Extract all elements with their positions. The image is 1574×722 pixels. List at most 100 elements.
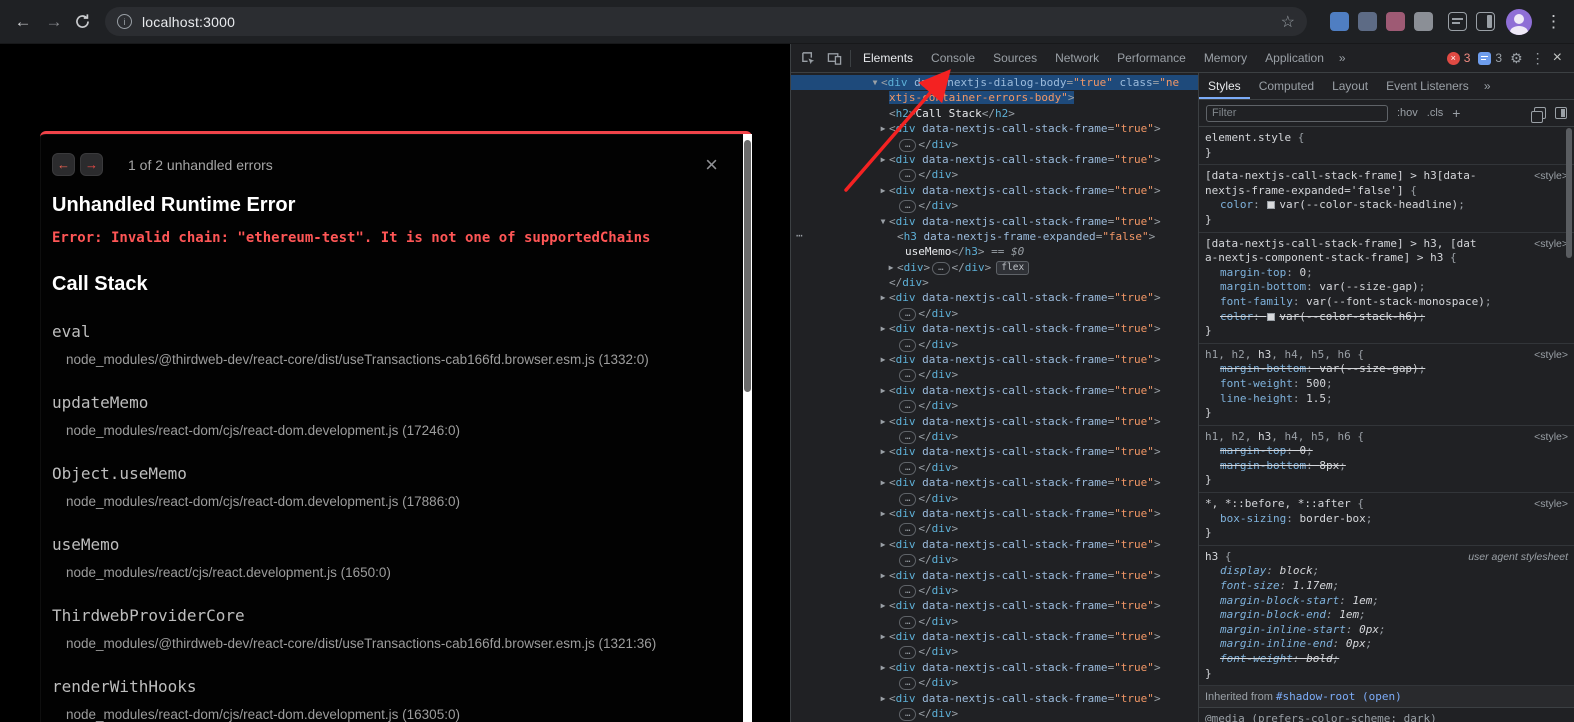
dom-tree-line[interactable]: ▼<div data-nextjs-call-stack-frame="true…: [791, 214, 1198, 229]
dom-tree-line[interactable]: ▶<div data-nextjs-call-stack-frame="true…: [791, 660, 1198, 675]
collapse-arrow-icon[interactable]: ▼: [869, 75, 881, 90]
color-swatch-icon[interactable]: [1267, 313, 1275, 321]
stylesheet-source-link[interactable]: <style>: [1534, 431, 1568, 443]
extension-icon[interactable]: [1414, 12, 1433, 31]
expand-arrow-icon[interactable]: ▶: [877, 321, 889, 336]
dom-tree-line[interactable]: …</div>: [791, 644, 1198, 659]
styles-tab-styles[interactable]: Styles: [1199, 73, 1250, 99]
forward-icon[interactable]: →: [43, 0, 65, 44]
css-property[interactable]: font-family: var(--font-stack-monospace)…: [1205, 295, 1568, 310]
inline-expand-icon[interactable]: …: [899, 616, 916, 629]
overlay-scrollbar-thumb[interactable]: [744, 140, 751, 392]
device-toolbar-icon[interactable]: [821, 51, 847, 66]
css-selector[interactable]: h1, h2, h3, h4, h5, h6 {: [1205, 430, 1568, 445]
dom-tree-line[interactable]: ▶<div data-nextjs-call-stack-frame="true…: [791, 444, 1198, 459]
dom-tree-line[interactable]: …</div>: [791, 491, 1198, 506]
styles-tab-computed[interactable]: Computed: [1250, 73, 1323, 99]
css-property[interactable]: margin-top: 0;: [1205, 444, 1568, 459]
devtools-tab-memory[interactable]: Memory: [1195, 44, 1256, 72]
stylesheet-source-link[interactable]: <style>: [1534, 349, 1568, 361]
settings-gear-icon[interactable]: ⚙: [1510, 50, 1523, 67]
css-selector[interactable]: *, *::before, *::after {: [1205, 497, 1568, 512]
dom-tree-line[interactable]: ▶<div data-nextjs-call-stack-frame="true…: [791, 121, 1198, 136]
dom-tree-line[interactable]: …</div>: [791, 306, 1198, 321]
styles-tabs-overflow-icon[interactable]: »: [1478, 73, 1497, 99]
inline-expand-icon[interactable]: …: [899, 400, 916, 413]
css-property[interactable]: margin-bottom: 8px;: [1205, 459, 1568, 474]
flex-badge[interactable]: flex: [996, 261, 1029, 275]
next-error-button[interactable]: →: [80, 153, 103, 176]
inline-expand-icon[interactable]: …: [899, 200, 916, 213]
inline-expand-icon[interactable]: …: [899, 677, 916, 690]
inline-expand-icon[interactable]: …: [899, 169, 916, 182]
stylesheet-source-link[interactable]: user agent stylesheet: [1468, 551, 1568, 563]
dom-tree-line[interactable]: …</div>: [791, 137, 1198, 152]
dom-tree-line[interactable]: <h2>Call Stack</h2>: [791, 106, 1198, 121]
dom-tree-line[interactable]: ▶<div>…</div>flex: [791, 260, 1198, 275]
devtools-menu-icon[interactable]: ⋮: [1531, 50, 1545, 67]
dom-tree-line[interactable]: ▶<div data-nextjs-call-stack-frame="true…: [791, 183, 1198, 198]
css-property[interactable]: margin-inline-end: 0px;: [1205, 637, 1568, 652]
css-selector[interactable]: [data-nextjs-call-stack-frame] > h3, [da…: [1205, 237, 1568, 266]
stylesheet-source-link[interactable]: <style>: [1534, 238, 1568, 250]
expand-arrow-icon[interactable]: ▶: [877, 290, 889, 305]
dom-tree-line[interactable]: ▶<div data-nextjs-call-stack-frame="true…: [791, 691, 1198, 706]
dom-tree-line[interactable]: ▶<div data-nextjs-call-stack-frame="true…: [791, 475, 1198, 490]
expand-arrow-icon[interactable]: ▶: [877, 537, 889, 552]
css-property[interactable]: font-size: 1.17em;: [1205, 579, 1568, 594]
inline-expand-icon[interactable]: …: [899, 308, 916, 321]
dom-tree-line[interactable]: …</div>: [791, 167, 1198, 182]
css-property[interactable]: display: block;: [1205, 564, 1568, 579]
devtools-tab-performance[interactable]: Performance: [1108, 44, 1195, 72]
dom-tree-line[interactable]: …</div>: [791, 706, 1198, 721]
dom-tree-line[interactable]: ▶<div data-nextjs-call-stack-frame="true…: [791, 383, 1198, 398]
expand-arrow-icon[interactable]: ▶: [877, 568, 889, 583]
dom-tree-line[interactable]: </div>: [791, 275, 1198, 290]
dom-tree-line[interactable]: ▶<div data-nextjs-call-stack-frame="true…: [791, 414, 1198, 429]
inline-expand-icon[interactable]: …: [899, 339, 916, 352]
profile-avatar[interactable]: [1506, 9, 1532, 35]
css-property[interactable]: margin-block-end: 1em;: [1205, 608, 1568, 623]
css-property[interactable]: font-weight: 500;: [1205, 377, 1568, 392]
dom-tree-line[interactable]: useMemo</h3> == $0: [791, 244, 1198, 259]
devtools-tab-console[interactable]: Console: [922, 44, 984, 72]
extension-icon[interactable]: [1358, 12, 1377, 31]
inspect-element-icon[interactable]: [795, 51, 821, 66]
styles-filter-input[interactable]: [1206, 105, 1388, 122]
dom-tree-line[interactable]: ▶<div data-nextjs-call-stack-frame="true…: [791, 568, 1198, 583]
browser-menu-icon[interactable]: ⋮: [1545, 12, 1562, 32]
css-property[interactable]: box-sizing: border-box;: [1205, 512, 1568, 527]
expand-arrow-icon[interactable]: ▶: [885, 260, 897, 275]
previous-error-button[interactable]: ←: [52, 153, 75, 176]
css-property[interactable]: margin-block-start: 1em;: [1205, 594, 1568, 609]
expand-arrow-icon[interactable]: ▶: [877, 121, 889, 136]
dom-tree-line[interactable]: …</div>: [791, 675, 1198, 690]
dom-tree-line[interactable]: …</div>: [791, 460, 1198, 475]
expand-arrow-icon[interactable]: ▶: [877, 183, 889, 198]
stack-frame-location[interactable]: node_modules/react/cjs/react.development…: [66, 565, 722, 580]
extension-icon[interactable]: [1330, 12, 1349, 31]
issues-icon[interactable]: [1478, 52, 1491, 65]
stack-frame-location[interactable]: node_modules/react-dom/cjs/react-dom.dev…: [66, 423, 722, 438]
toggle-classes-button[interactable]: .cls: [1427, 107, 1444, 119]
css-selector[interactable]: h1, h2, h3, h4, h5, h6 {: [1205, 348, 1568, 363]
stylesheet-source-link[interactable]: <style>: [1534, 498, 1568, 510]
expand-arrow-icon[interactable]: ▶: [877, 629, 889, 644]
reading-list-icon[interactable]: [1448, 12, 1467, 31]
expand-arrow-icon[interactable]: ▶: [877, 383, 889, 398]
inline-expand-icon[interactable]: …: [899, 708, 916, 721]
dom-tree-line[interactable]: …</div>: [791, 429, 1198, 444]
back-icon[interactable]: ←: [12, 0, 34, 44]
devtools-close-icon[interactable]: ×: [1553, 49, 1562, 67]
dom-tree-line[interactable]: ▶<div data-nextjs-call-stack-frame="true…: [791, 537, 1198, 552]
inline-expand-icon[interactable]: …: [899, 431, 916, 444]
expand-arrow-icon[interactable]: ▶: [877, 506, 889, 521]
more-tabs-icon[interactable]: »: [1333, 51, 1352, 65]
stack-frame-location[interactable]: node_modules/@thirdweb-dev/react-core/di…: [66, 636, 722, 651]
expand-arrow-icon[interactable]: ▶: [877, 152, 889, 167]
css-selector[interactable]: element.style {: [1205, 131, 1568, 146]
inline-expand-icon[interactable]: …: [899, 139, 916, 152]
toggle-hover-state-button[interactable]: :hov: [1397, 107, 1418, 119]
dom-tree-line[interactable]: ▶<div data-nextjs-call-stack-frame="true…: [791, 629, 1198, 644]
styles-tab-layout[interactable]: Layout: [1323, 73, 1377, 99]
